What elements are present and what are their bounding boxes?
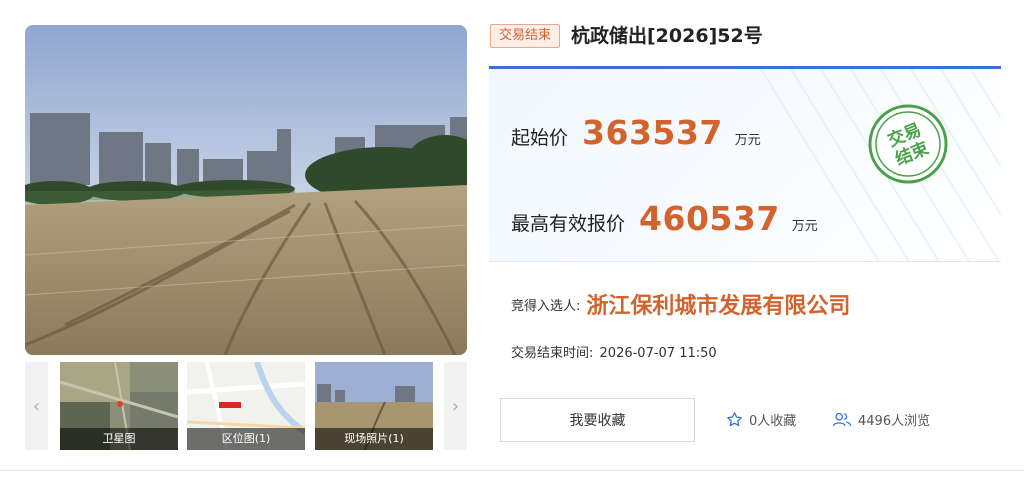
page-title: 杭政储出[2026]52号 <box>571 25 763 47</box>
start-price-unit: 万元 <box>734 133 761 148</box>
end-time-value: 2026-07-07 11:50 <box>599 346 717 361</box>
users-icon <box>832 412 852 427</box>
view-count-text: 4496人浏览 <box>858 414 931 429</box>
status-badge: 交易结束 <box>490 24 561 48</box>
max-bid-label: 最高有效报价 <box>511 213 626 235</box>
view-count: 4496人浏览 <box>832 410 930 429</box>
thumbnail-caption: 卫星图 <box>60 428 178 450</box>
site-photo-image <box>25 25 467 355</box>
favorite-count-text: 0人收藏 <box>749 414 797 429</box>
star-icon <box>727 412 742 427</box>
thumbnail-strip: ‹ 卫星图 区位图(1) 现场照片(1) › <box>25 362 467 450</box>
max-bid-row: 最高有效报价 460537 万元 <box>511 199 818 238</box>
winner-row: 竞得入选人: 浙江保利城市发展有限公司 <box>511 288 850 320</box>
thumbnail-satellite[interactable]: 卫星图 <box>60 362 178 450</box>
end-time-row: 交易结束时间: 2026-07-07 11:50 <box>511 342 717 361</box>
max-bid-unit: 万元 <box>791 219 818 234</box>
thumbnail-site-photo[interactable]: 现场照片(1) <box>315 362 433 450</box>
thumbnail-caption: 区位图(1) <box>187 428 305 450</box>
start-price-row: 起始价 363537 万元 <box>511 113 761 152</box>
winner-label: 竞得入选人: <box>511 298 581 314</box>
thumbnail-caption: 现场照片(1) <box>315 428 433 450</box>
max-bid-value: 460537 <box>639 199 780 238</box>
favorite-button[interactable]: 我要收藏 <box>500 398 695 442</box>
start-price-label: 起始价 <box>511 127 569 149</box>
end-time-label: 交易结束时间: <box>511 346 594 361</box>
winner-value: 浙江保利城市发展有限公司 <box>586 294 851 319</box>
transaction-ended-stamp-icon: 交易 结束 <box>868 104 948 184</box>
thumbnail-location[interactable]: 区位图(1) <box>187 362 305 450</box>
favorite-count[interactable]: 0人收藏 <box>726 410 796 429</box>
price-panel: 起始价 363537 万元 最高有效报价 460537 万元 交易 结束 <box>489 66 1001 262</box>
main-photo[interactable] <box>25 25 467 355</box>
chevron-right-icon[interactable]: › <box>444 362 467 450</box>
divider <box>0 470 1024 471</box>
chevron-left-icon[interactable]: ‹ <box>25 362 48 450</box>
start-price-value: 363537 <box>582 113 723 152</box>
